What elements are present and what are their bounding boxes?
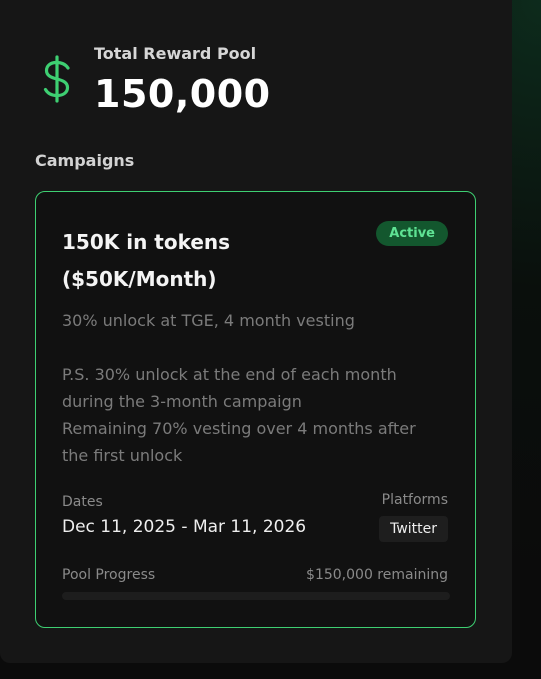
campaign-description: 30% unlock at TGE, 4 month vesting bbox=[62, 311, 355, 330]
campaign-note: P.S. 30% unlock at the end of each month… bbox=[62, 361, 452, 469]
remaining-amount: $150,000 remaining bbox=[306, 567, 448, 583]
reward-pool-panel: Total Reward Pool 150,000 Campaigns Acti… bbox=[0, 0, 512, 663]
campaigns-title: Campaigns bbox=[35, 151, 135, 170]
platform-tag-twitter[interactable]: Twitter bbox=[379, 516, 448, 542]
dates-value: Dec 11, 2025 - Mar 11, 2026 bbox=[62, 517, 307, 537]
note-line: during the 3-month campaign bbox=[62, 392, 302, 411]
dollar-icon bbox=[43, 55, 70, 103]
note-line: Remaining 70% vesting over 4 months afte… bbox=[62, 419, 416, 438]
pool-value: 150,000 bbox=[94, 72, 271, 116]
pool-header: Total Reward Pool 150,000 bbox=[40, 44, 271, 116]
dates-label: Dates bbox=[62, 494, 103, 510]
pool-progress-label: Pool Progress bbox=[62, 567, 156, 583]
campaign-card[interactable]: Active 150K in tokens ($50K/Month) 30% u… bbox=[35, 191, 476, 628]
pool-text: Total Reward Pool 150,000 bbox=[94, 44, 271, 116]
pool-label: Total Reward Pool bbox=[94, 44, 257, 63]
campaign-title: 150K in tokens ($50K/Month) bbox=[62, 230, 231, 291]
note-line: the first unlock bbox=[62, 446, 183, 465]
note-line: P.S. 30% unlock at the end of each month bbox=[62, 365, 397, 384]
platforms-label: Platforms bbox=[381, 492, 448, 508]
progress-bar bbox=[62, 592, 450, 600]
status-badge: Active bbox=[376, 221, 448, 246]
